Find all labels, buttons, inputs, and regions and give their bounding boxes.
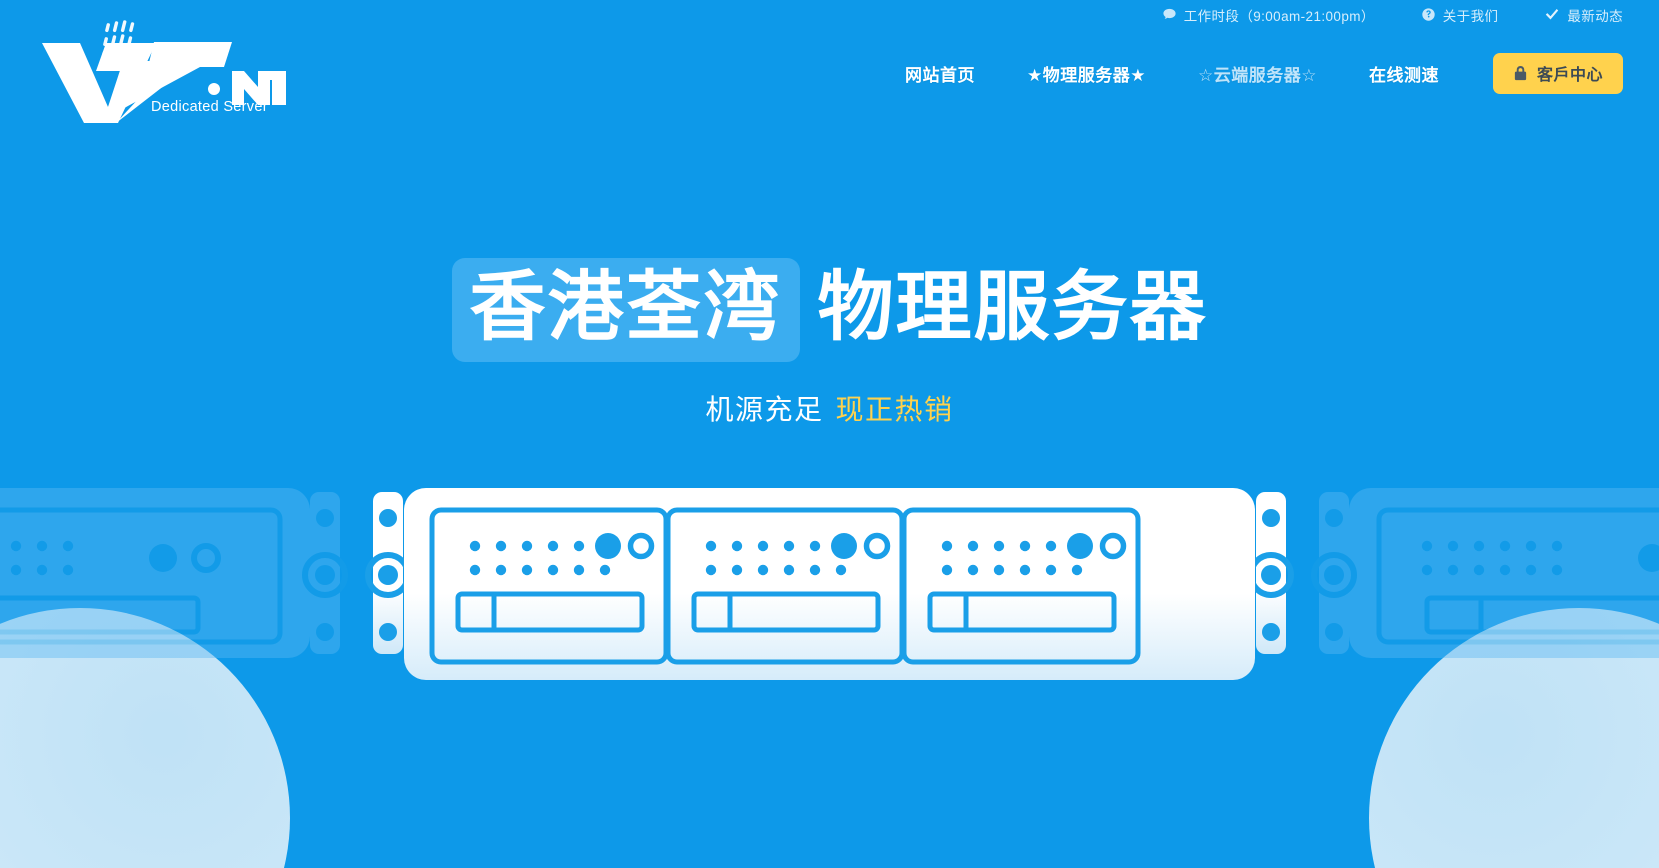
hero-subtitle-primary: 机源充足 <box>705 394 824 425</box>
server-illustration <box>0 470 1659 700</box>
customer-center-label: 客戶中心 <box>1536 67 1603 84</box>
check-icon <box>1544 8 1560 22</box>
topbar-label: 关于我们 <box>1442 8 1499 24</box>
nav-link-physical[interactable]: ★物理服务器★ <box>1001 61 1172 86</box>
main-navigation: 网站首页 ★物理服务器★ ☆云端服务器☆ 在线测速 客戶中心 <box>879 29 1623 117</box>
hero-title-rest: 物理服务器 <box>817 265 1208 350</box>
hero-title-highlight-chip: 香港荃湾 <box>451 258 800 362</box>
page-title: 香港荃湾 物理服务器 <box>0 258 1659 362</box>
topbar-item-hours[interactable]: 工作时段（9:00am-21:00pm） <box>1162 5 1375 25</box>
rack-ear-right <box>1248 492 1294 654</box>
hero-subtitle-accent: 现正热销 <box>835 394 954 425</box>
topbar-item-about[interactable]: 关于我们 <box>1421 5 1499 25</box>
rack-ear-left <box>365 492 411 654</box>
lock-icon <box>1513 65 1528 82</box>
server-right-faded <box>1311 488 1659 658</box>
question-circle-icon <box>1421 7 1436 22</box>
site-logo[interactable]: Dedicated Server <box>36 15 286 123</box>
server-main <box>404 488 1255 680</box>
logo-tagline: Dedicated Server <box>151 99 268 115</box>
nav-link-speedtest[interactable]: 在线测速 <box>1343 61 1465 86</box>
topbar-item-news[interactable]: 最新动态 <box>1544 5 1623 25</box>
server-left-faded <box>0 488 348 658</box>
customer-center-button[interactable]: 客戶中心 <box>1492 52 1623 94</box>
topbar-label: 工作时段（9:00am-21:00pm） <box>1183 8 1375 24</box>
chat-bubble-icon <box>1162 7 1177 22</box>
site-header: Dedicated Server 网站首页 ★物理服务器★ ☆云端服务器☆ 在线… <box>0 20 1659 123</box>
hero-title-highlight: 香港荃湾 <box>469 265 782 350</box>
hero-subtitle: 机源充足 现正热销 <box>0 396 1659 424</box>
topbar-label: 最新动态 <box>1567 8 1623 24</box>
nav-link-home[interactable]: 网站首页 <box>879 61 1001 86</box>
nav-link-cloud[interactable]: ☆云端服务器☆ <box>1172 61 1343 86</box>
page-root: 工作时段（9:00am-21:00pm） 关于我们 最新动态 Dedicated… <box>0 0 1659 868</box>
